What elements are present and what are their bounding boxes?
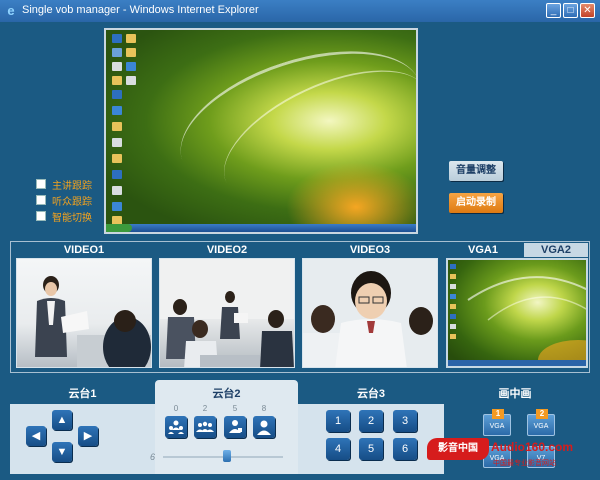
student-image <box>303 259 437 367</box>
watermark-subtitle: 中国最专业影音网站 <box>493 460 556 467</box>
window-title: Single vob manager - Windows Internet Ex… <box>22 4 259 16</box>
video1-label: VIDEO1 <box>63 244 105 256</box>
start-record-button[interactable]: 启动录制 <box>449 193 503 213</box>
arrow-down-button[interactable]: ▼ <box>52 442 72 462</box>
minimize-button[interactable]: _ <box>546 3 561 18</box>
number-button-3[interactable]: 3 <box>393 410 417 432</box>
desktop-icon <box>126 48 136 57</box>
number-button-6[interactable]: 6 <box>393 438 417 460</box>
number-button-1[interactable]: 1 <box>326 410 350 432</box>
ie-icon: e <box>7 3 15 18</box>
checkbox[interactable] <box>36 211 46 221</box>
volume-adjust-button[interactable]: 音量调整 <box>449 161 503 181</box>
option-audience-tracking[interactable]: 听众跟踪 <box>36 192 106 208</box>
preset-label: 8 <box>261 404 267 413</box>
vga-tabs: VGA1 VGA2 <box>444 243 588 257</box>
desktop-icon <box>126 76 136 85</box>
tab-ptz3[interactable]: 云台3 <box>298 385 444 401</box>
video3-feed[interactable] <box>302 258 438 368</box>
start-button <box>106 224 132 232</box>
pip-button-2[interactable]: 2 VGA <box>527 409 555 436</box>
option-smart-switch[interactable]: 智能切换 <box>36 208 106 224</box>
desktop-icon <box>112 106 122 115</box>
pip-badge: 2 <box>536 409 548 419</box>
maximize-button[interactable]: □ <box>563 3 578 18</box>
group-people-icon <box>168 420 184 434</box>
preset-label: 0 <box>173 404 179 413</box>
person-icon <box>257 420 271 435</box>
watermark-logo: 影音中国 <box>427 438 489 460</box>
video3-label: VIDEO3 <box>349 244 391 256</box>
tab-vga2[interactable]: VGA2 <box>524 243 588 257</box>
desktop-icon <box>126 62 136 71</box>
desktop-icon <box>112 170 122 179</box>
video2-label: VIDEO2 <box>206 244 248 256</box>
preset-lecturer-button[interactable] <box>224 416 246 438</box>
video1-feed[interactable] <box>16 258 152 368</box>
pip-badge: 1 <box>492 409 504 419</box>
tab-ptz2-selected[interactable]: 云台2 <box>155 385 298 401</box>
preset-audience-button[interactable] <box>194 416 216 438</box>
preset-group-button[interactable] <box>165 416 187 438</box>
desktop-icon <box>126 34 136 43</box>
watermark: 影音中国 Audio160.com 中国最专业影音网站 <box>427 434 597 478</box>
option-label: 听众跟踪 <box>52 196 92 208</box>
desktop-icon <box>112 76 122 85</box>
close-button[interactable]: ✕ <box>580 3 595 18</box>
option-lecturer-tracking[interactable]: 主讲跟踪 <box>36 176 106 192</box>
number-button-4[interactable]: 4 <box>326 438 350 460</box>
preset-person-button[interactable] <box>253 416 275 438</box>
arrow-left-button[interactable]: ◀ <box>26 426 46 446</box>
desktop-icon <box>112 122 122 131</box>
desktop-icon <box>112 62 122 71</box>
arrow-up-button[interactable]: ▲ <box>52 410 72 430</box>
desktop-icon <box>112 34 122 43</box>
main-preview-screen[interactable] <box>104 28 418 234</box>
desktop-icons <box>110 32 140 228</box>
title-bar: e Single vob manager - Windows Internet … <box>0 0 600 22</box>
video2-feed[interactable] <box>159 258 295 368</box>
preset-label: 5 <box>232 404 238 413</box>
number-button-2[interactable]: 2 <box>359 410 383 432</box>
pip-button-1[interactable]: 1 VGA <box>483 409 511 436</box>
desktop-icon <box>112 48 122 57</box>
ptz3-number-panel: 1 2 3 4 5 6 <box>298 404 444 474</box>
ptz-direction-panel: ▲ ◀ ▶ ▼ <box>10 404 155 474</box>
lecturer-image <box>35 276 151 367</box>
pip-text: VGA <box>533 423 549 430</box>
desktop-icon <box>112 154 122 163</box>
pip-label: 画中画 <box>498 388 532 400</box>
vga-wallpaper <box>448 264 586 366</box>
option-label: 主讲跟踪 <box>52 180 92 192</box>
number-button-5[interactable]: 5 <box>359 438 383 460</box>
preset-label: 2 <box>202 404 208 413</box>
tab-vga1[interactable]: VGA1 <box>444 243 522 257</box>
slider-value: 6 <box>150 452 156 462</box>
watermark-url: Audio160.com <box>491 440 574 454</box>
option-label: 智能切换 <box>52 212 92 224</box>
desktop-icon <box>112 90 122 99</box>
pip-text: VGA <box>489 423 505 430</box>
tab-ptz1[interactable]: 云台1 <box>10 385 155 401</box>
desktop-icon <box>112 202 122 211</box>
desktop-icon <box>112 186 122 195</box>
vga-preview[interactable] <box>446 258 588 368</box>
tracking-options: 主讲跟踪 听众跟踪 智能切换 <box>36 176 106 224</box>
checkbox[interactable] <box>36 179 46 189</box>
desktop-icon <box>112 138 122 147</box>
classroom-image <box>160 259 294 367</box>
lecturer-icon <box>229 420 242 433</box>
zoom-slider-thumb[interactable] <box>222 450 231 462</box>
audience-icon <box>196 421 214 432</box>
checkbox[interactable] <box>36 195 46 205</box>
arrow-right-button[interactable]: ▶ <box>78 426 98 446</box>
taskbar <box>106 224 416 232</box>
